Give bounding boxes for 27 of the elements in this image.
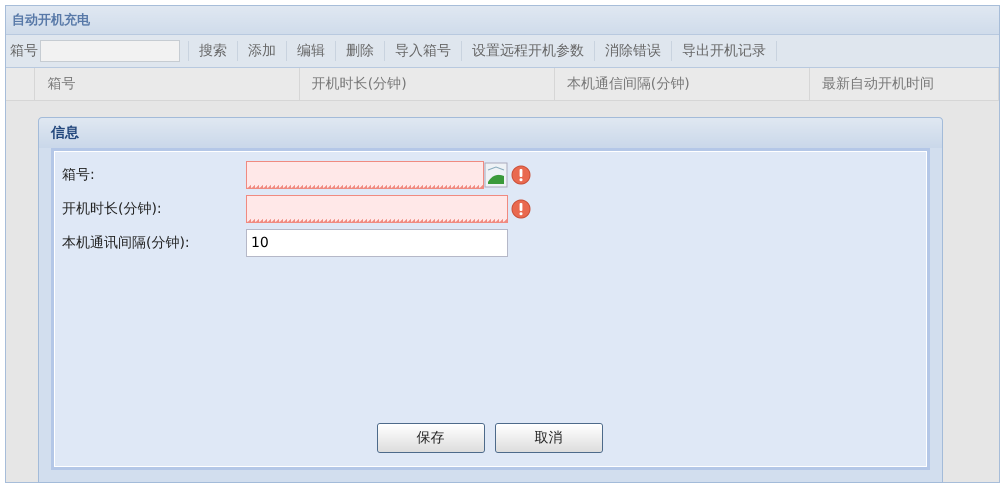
warning-icon [511,199,531,219]
dialog-button[interactable]: 取消 [494,423,602,453]
column-header[interactable]: 箱号 [35,68,300,100]
toolbar-button[interactable]: 编辑 [295,42,327,60]
column-header[interactable]: 本机通信间隔(分钟) [554,68,810,100]
column-header[interactable]: 最新自动开机时间 [810,68,999,100]
panel-title: 自动开机充电 [12,12,90,29]
toolbar-button[interactable]: 导出开机记录 [680,42,768,60]
toolbar-button[interactable]: 消除错误 [603,42,663,60]
field-label: 箱号: [62,166,96,184]
input-field[interactable]: 10 [246,229,508,257]
field-label: 开机时长(分钟): [62,200,163,218]
field-label: 本机通讯间隔(分钟): [62,234,191,252]
toolbar-button[interactable]: 删除 [344,42,376,60]
dialog-button[interactable]: 保存 [376,423,484,453]
dialog-title: 信息 [51,124,79,142]
toolbar-button[interactable]: 设置远程开机参数 [470,42,586,60]
column-header[interactable]: 开机时长(分钟) [300,68,555,100]
search-field[interactable] [40,40,180,62]
warning-icon [511,165,531,185]
broken-image-icon [484,162,508,188]
input-field[interactable] [246,161,484,189]
toolbar-button[interactable]: 导入箱号 [393,42,453,60]
toolbar-button[interactable]: 搜索 [197,42,229,60]
search-label: 箱号 [10,42,38,60]
input-field[interactable] [246,195,508,223]
toolbar-button[interactable]: 添加 [246,42,278,60]
